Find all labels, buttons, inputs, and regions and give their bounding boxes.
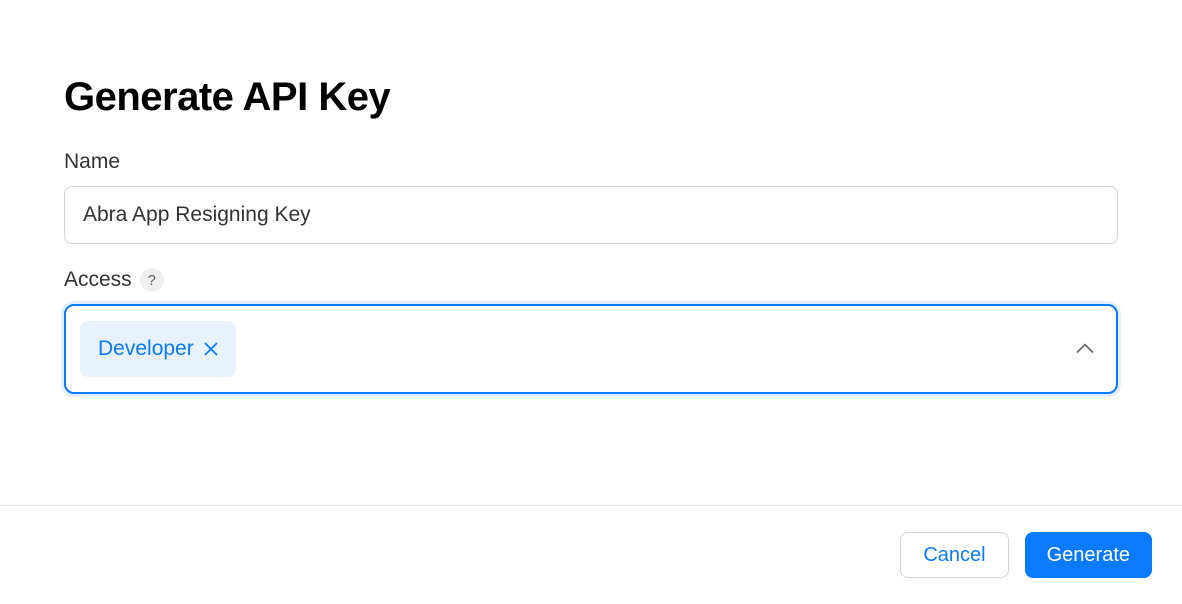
access-chip-label: Developer xyxy=(98,337,194,361)
access-field-group: Access ? Developer xyxy=(64,268,1118,394)
name-input[interactable] xyxy=(64,186,1118,244)
cancel-button[interactable]: Cancel xyxy=(900,532,1008,578)
page-title: Generate API Key xyxy=(64,75,1118,120)
chevron-up-icon[interactable] xyxy=(1076,344,1094,355)
name-label: Name xyxy=(64,150,120,174)
remove-chip-icon[interactable] xyxy=(204,342,218,356)
dialog-footer: Cancel Generate xyxy=(0,505,1182,604)
access-chip-developer: Developer xyxy=(80,321,236,377)
access-label: Access xyxy=(64,268,132,292)
generate-button[interactable]: Generate xyxy=(1025,532,1152,578)
name-field-group: Name xyxy=(64,150,1118,244)
help-icon[interactable]: ? xyxy=(140,268,164,292)
access-multiselect[interactable]: Developer xyxy=(64,304,1118,394)
